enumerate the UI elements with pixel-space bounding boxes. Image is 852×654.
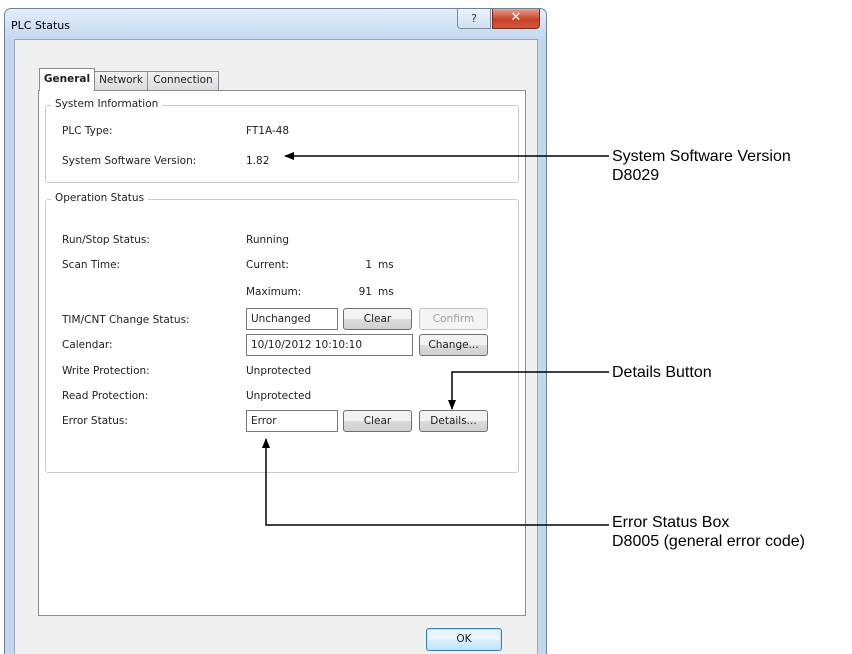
sw-version-callout-register: D8029 (612, 167, 660, 184)
details-callout-line (448, 371, 609, 410)
sw-version-callout: System Software Version D8029 (612, 147, 791, 185)
error-box-callout: Error Status Box D8005 (general error co… (612, 513, 805, 551)
error-box-callout-line (262, 438, 609, 526)
error-box-callout-title: Error Status Box (612, 514, 730, 531)
details-button-callout: Details Button (612, 363, 712, 382)
callout-lines (262, 152, 609, 526)
details-button-callout-title: Details Button (612, 364, 712, 381)
sw-version-callout-title: System Software Version (612, 148, 791, 165)
error-box-callout-register: D8005 (general error code) (612, 533, 805, 550)
tab-general[interactable]: General (39, 68, 95, 91)
